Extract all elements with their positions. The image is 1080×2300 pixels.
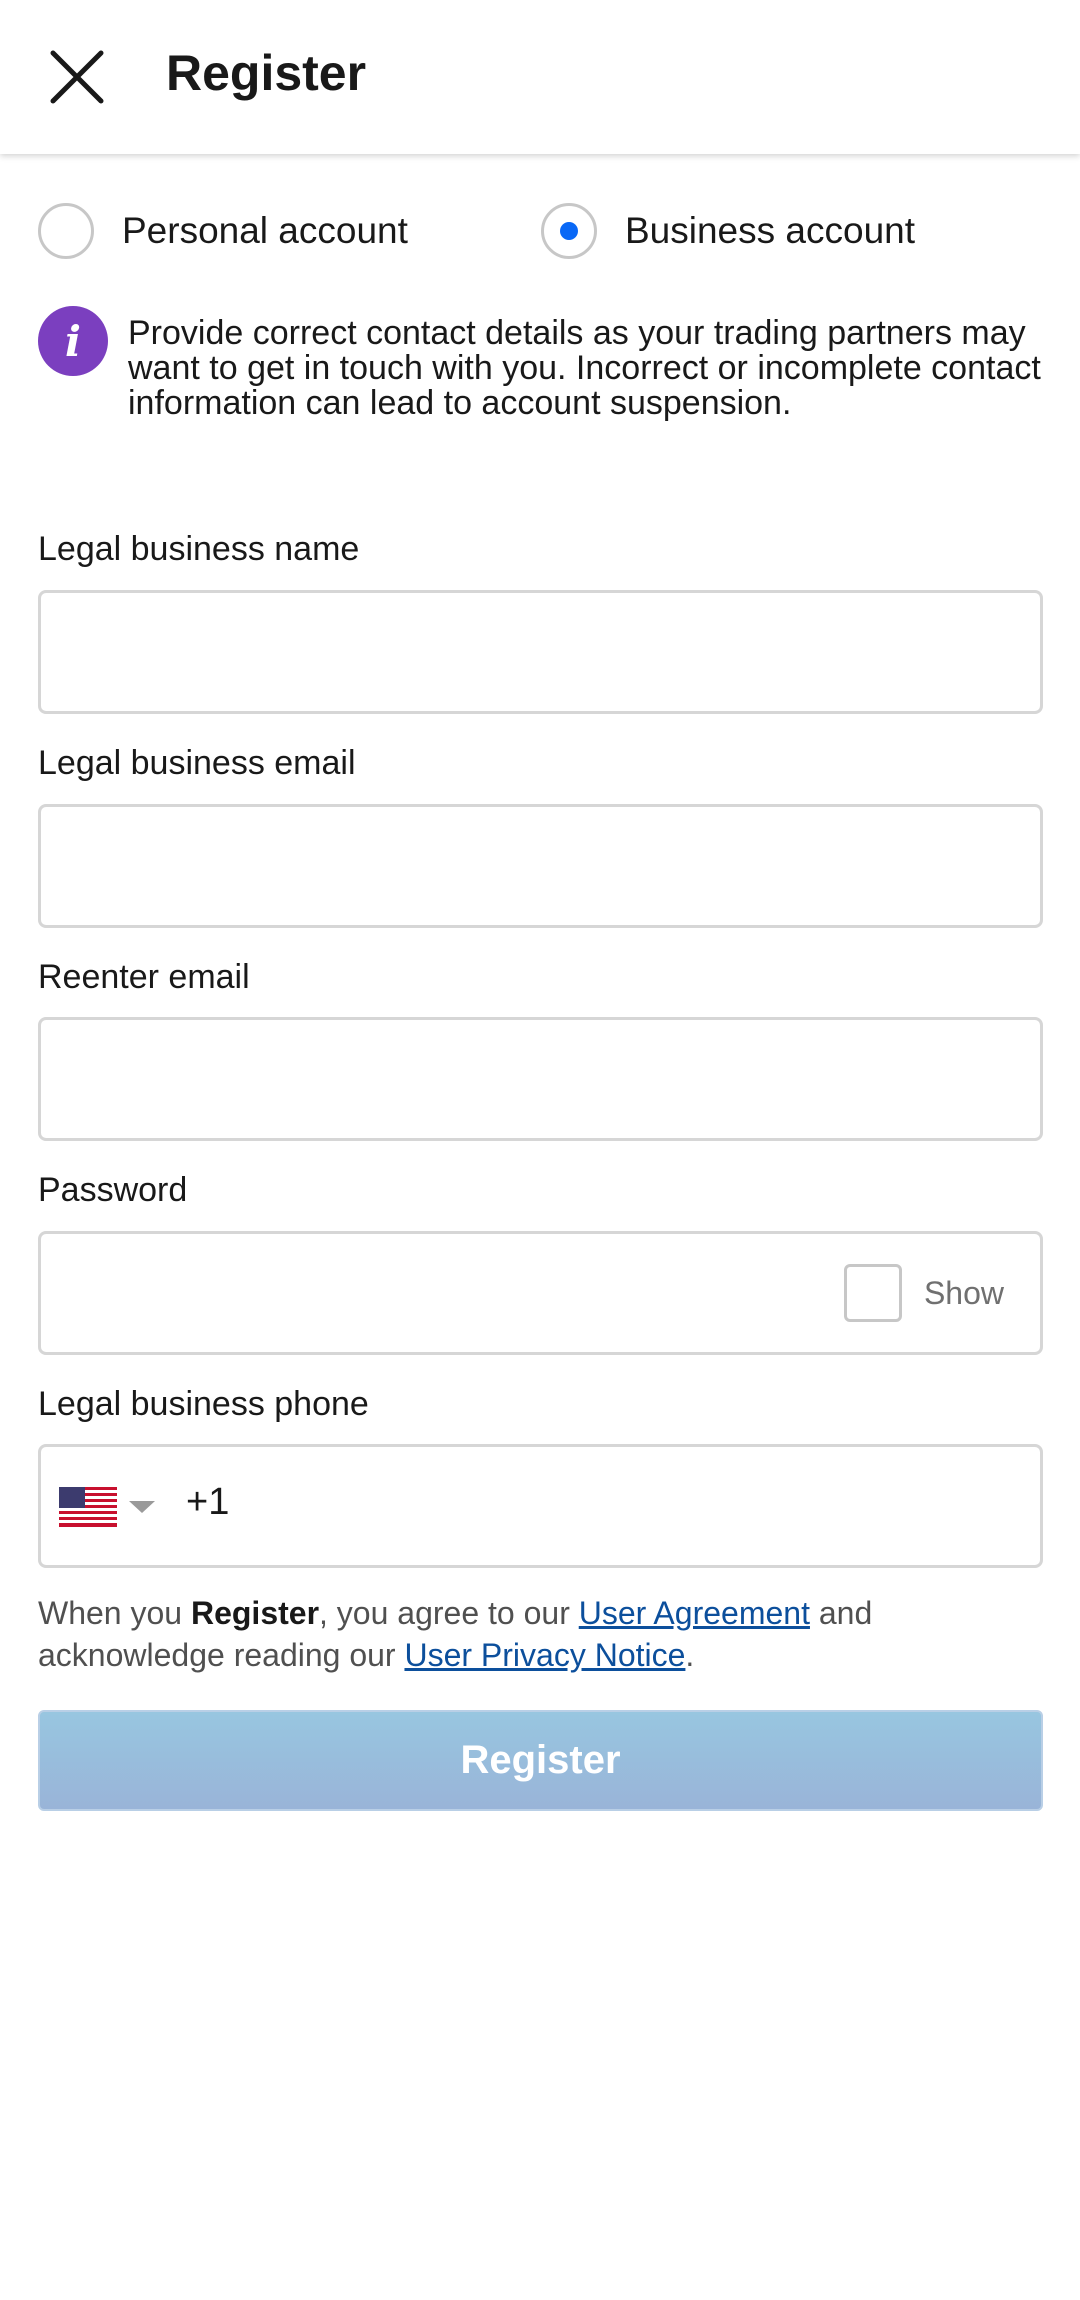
phone-label: Legal business phone <box>38 1385 369 1423</box>
account-type-selector: Personal account Business account <box>0 198 1080 264</box>
user-privacy-notice-link[interactable]: User Privacy Notice <box>404 1637 685 1673</box>
us-flag-icon <box>59 1487 117 1527</box>
page-title: Register <box>166 45 367 101</box>
business-email-input[interactable] <box>38 804 1043 928</box>
legal-disclaimer: When you Register, you agree to our User… <box>38 1592 1038 1676</box>
user-agreement-link[interactable]: User Agreement <box>579 1595 810 1631</box>
phone-country-code: +1 <box>186 1481 230 1523</box>
password-label: Password <box>38 1171 188 1209</box>
reenter-email-label: Reenter email <box>38 958 250 996</box>
legal-end: . <box>685 1637 695 1673</box>
show-password-toggle[interactable]: Show <box>843 1264 1004 1322</box>
legal-register-bold: Register <box>190 1595 320 1631</box>
business-email-label: Legal business email <box>38 744 356 782</box>
app-bar: Register <box>0 0 1080 154</box>
personal-account-radio[interactable]: Personal account <box>38 198 408 264</box>
legal-middle: , you agree to our <box>319 1595 579 1631</box>
show-password-label: Show <box>923 1274 1004 1311</box>
business-account-radio[interactable]: Business account <box>541 198 915 264</box>
reenter-email-input[interactable] <box>38 1017 1043 1141</box>
password-input[interactable]: Show <box>38 1231 1043 1355</box>
business-name-label: Legal business name <box>38 530 360 568</box>
personal-account-label: Personal account <box>122 210 408 251</box>
business-name-input[interactable] <box>38 590 1043 714</box>
legal-prefix: When you <box>38 1595 191 1631</box>
phone-input[interactable]: +1 <box>38 1444 1043 1568</box>
chevron-down-icon <box>129 1501 155 1513</box>
radio-unchecked-icon <box>38 203 94 259</box>
business-account-label: Business account <box>625 210 916 251</box>
radio-checked-icon <box>541 203 597 259</box>
info-icon: i <box>38 306 108 376</box>
show-password-checkbox[interactable] <box>843 1264 902 1322</box>
register-button[interactable]: Register <box>38 1710 1043 1811</box>
country-code-dropdown[interactable] <box>59 1487 155 1527</box>
notice-text: Provide correct contact details as your … <box>128 314 1041 422</box>
close-button[interactable] <box>36 36 118 118</box>
close-icon <box>50 50 104 104</box>
